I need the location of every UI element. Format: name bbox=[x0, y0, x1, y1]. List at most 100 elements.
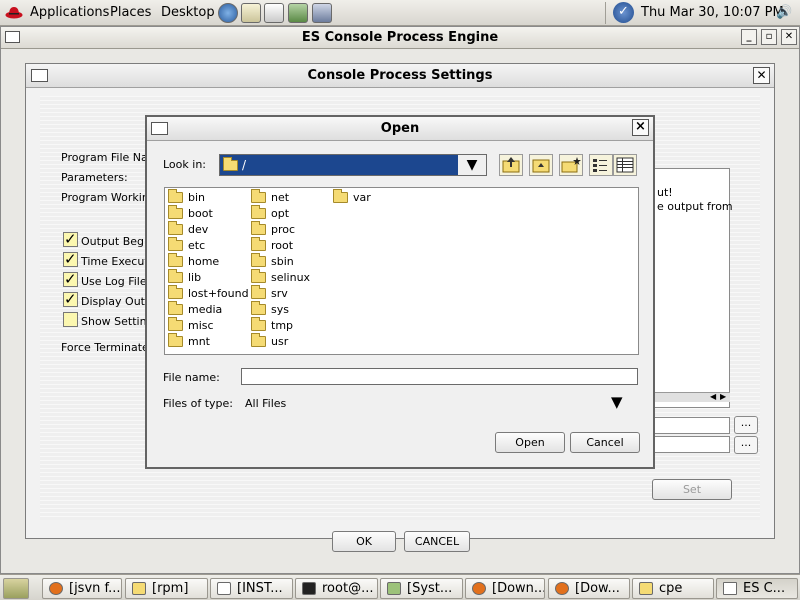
applications-menu[interactable]: Applications bbox=[30, 5, 109, 20]
file-name-input[interactable] bbox=[241, 368, 638, 385]
file-name: media bbox=[188, 303, 223, 316]
folder-icon bbox=[251, 205, 266, 219]
file-name: usr bbox=[271, 335, 289, 348]
task-label: [INST... bbox=[237, 581, 283, 596]
file-name: bin bbox=[188, 191, 206, 204]
file-name: sbin bbox=[271, 255, 294, 268]
window-menu-icon[interactable] bbox=[5, 31, 20, 43]
task-terminal[interactable]: root@... bbox=[295, 578, 378, 599]
look-in-value: / bbox=[242, 158, 247, 172]
program-file-label: Program File Na bbox=[61, 151, 148, 164]
task-label: [Down... bbox=[492, 581, 545, 596]
desktop-menu[interactable]: Desktop bbox=[161, 5, 215, 20]
task-downloads-1[interactable]: [Down... bbox=[465, 578, 545, 599]
folder-icon bbox=[251, 269, 266, 283]
settings-dialog-titlebar[interactable]: Console Process Settings ✕ bbox=[26, 64, 774, 88]
folder-icon bbox=[132, 582, 146, 595]
task-downloads-2[interactable]: [Dow... bbox=[548, 578, 630, 599]
network-icon[interactable] bbox=[312, 3, 332, 23]
folder-icon bbox=[168, 269, 183, 283]
open-dialog-close-button[interactable]: × bbox=[632, 119, 649, 136]
task-system[interactable]: [Syst... bbox=[380, 578, 463, 599]
window-menu-icon[interactable] bbox=[31, 69, 48, 82]
text-area-line-1: ut! bbox=[657, 186, 673, 199]
file-name: misc bbox=[188, 319, 214, 332]
panel-separator bbox=[605, 2, 606, 24]
scroll-right-arrow-icon[interactable]: ▶ bbox=[720, 392, 726, 401]
use-log-file-checkbox[interactable]: ✓ bbox=[63, 272, 78, 287]
ok-button[interactable]: OK bbox=[332, 531, 396, 552]
files-of-type-dropdown-icon[interactable]: ▼ bbox=[611, 393, 623, 411]
file-name: net bbox=[271, 191, 290, 204]
new-folder-icon[interactable] bbox=[559, 154, 583, 176]
output-text-area[interactable]: ut! e output from bbox=[654, 168, 733, 408]
task-label: cpe bbox=[659, 581, 683, 596]
window-menu-icon[interactable] bbox=[151, 122, 168, 135]
open-dialog-titlebar[interactable]: Open × bbox=[147, 117, 653, 141]
folder-icon bbox=[168, 333, 183, 347]
text-area-horizontal-scrollbar[interactable]: ◀ ▶ bbox=[654, 392, 730, 402]
settings-close-icon[interactable]: ✕ bbox=[753, 67, 770, 84]
output-begin-label: Output Begin bbox=[81, 235, 155, 248]
email-icon[interactable] bbox=[241, 3, 261, 23]
list-view-icon[interactable] bbox=[589, 154, 613, 176]
folder-icon bbox=[251, 221, 266, 235]
file-name: boot bbox=[188, 207, 213, 220]
volume-icon[interactable]: 🔊 bbox=[776, 5, 792, 20]
open-file-dialog: Open × Look in: / ▼ bin boot dev etc hom… bbox=[145, 115, 655, 469]
web-browser-icon[interactable] bbox=[218, 3, 238, 23]
folder-icon bbox=[251, 333, 266, 347]
look-in-combo[interactable]: / ▼ bbox=[219, 154, 487, 176]
show-desktop-icon[interactable] bbox=[3, 578, 29, 599]
redhat-logo-icon[interactable] bbox=[5, 5, 23, 19]
notes-icon[interactable] bbox=[264, 3, 284, 23]
home-folder-icon[interactable] bbox=[529, 154, 553, 176]
show-settings-label: Show Setting bbox=[81, 315, 154, 328]
maximize-button[interactable]: ▫ bbox=[761, 29, 777, 45]
clock[interactable]: Thu Mar 30, 10:07 PM bbox=[641, 5, 784, 20]
display-output-checkbox[interactable]: ✓ bbox=[63, 292, 78, 307]
file-name: dev bbox=[188, 223, 209, 236]
close-window-button[interactable]: ✕ bbox=[781, 29, 797, 45]
update-status-icon[interactable]: ✓ bbox=[613, 2, 634, 23]
folder-icon bbox=[223, 157, 238, 171]
system-icon bbox=[387, 582, 401, 595]
browse-program-file-button[interactable]: ... bbox=[734, 416, 758, 434]
main-window-titlebar[interactable]: ES Console Process Engine _ ▫ ✕ bbox=[1, 27, 799, 49]
time-execution-checkbox[interactable]: ✓ bbox=[63, 252, 78, 267]
file-list[interactable]: bin boot dev etc home lib lost+found med… bbox=[164, 187, 639, 355]
program-file-field[interactable] bbox=[654, 417, 730, 434]
folder-icon bbox=[168, 301, 183, 315]
cancel-open-button[interactable]: Cancel bbox=[570, 432, 640, 453]
working-dir-field[interactable] bbox=[654, 436, 730, 453]
folder-icon bbox=[251, 189, 266, 203]
places-menu[interactable]: Places bbox=[110, 5, 151, 20]
file-name: mnt bbox=[188, 335, 210, 348]
files-of-type-combo[interactable]: All Files ▼ bbox=[241, 391, 639, 415]
task-label: [rpm] bbox=[152, 581, 189, 596]
display-output-label: Display Outp bbox=[81, 295, 152, 308]
file-name: tmp bbox=[271, 319, 294, 332]
file-name-label: File name: bbox=[163, 371, 220, 384]
presentation-icon[interactable] bbox=[288, 3, 308, 23]
up-one-level-icon[interactable] bbox=[499, 154, 523, 176]
minimize-button[interactable]: _ bbox=[741, 29, 757, 45]
file-name: var bbox=[353, 191, 371, 204]
editor-icon bbox=[217, 582, 231, 595]
details-view-icon[interactable] bbox=[613, 154, 637, 176]
open-button[interactable]: Open bbox=[495, 432, 565, 453]
set-button[interactable]: Set bbox=[652, 479, 732, 500]
task-rpm[interactable]: [rpm] bbox=[125, 578, 208, 599]
task-install[interactable]: [INST... bbox=[210, 578, 293, 599]
task-label: root@... bbox=[322, 581, 374, 596]
task-es-console[interactable]: ES C... bbox=[716, 578, 798, 599]
show-settings-checkbox[interactable] bbox=[63, 312, 78, 327]
scroll-left-arrow-icon[interactable]: ◀ bbox=[710, 392, 716, 401]
cancel-settings-button[interactable]: CANCEL bbox=[404, 531, 470, 552]
browse-working-dir-button[interactable]: ... bbox=[734, 436, 758, 454]
task-jsvn[interactable]: [jsvn f... bbox=[42, 578, 122, 599]
combo-dropdown-arrow-icon[interactable]: ▼ bbox=[458, 155, 486, 175]
output-begin-checkbox[interactable]: ✓ bbox=[63, 232, 78, 247]
task-cpe[interactable]: cpe bbox=[632, 578, 714, 599]
folder-icon bbox=[168, 205, 183, 219]
